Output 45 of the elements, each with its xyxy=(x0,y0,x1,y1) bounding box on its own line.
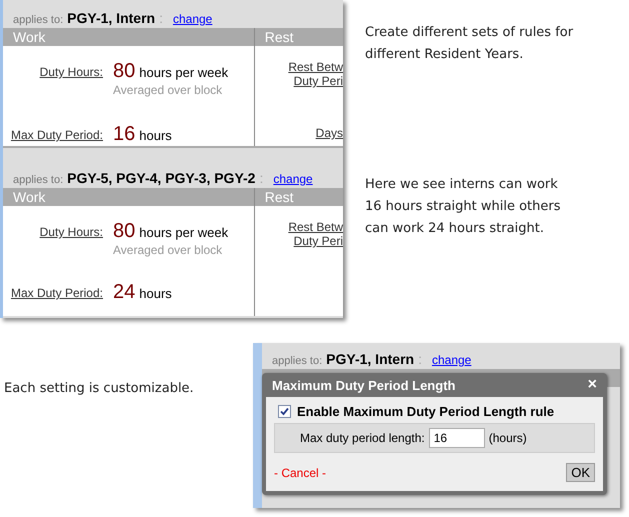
resident-groups: PGY-1, Intern xyxy=(326,351,414,367)
rule-value: 24 xyxy=(113,281,136,304)
rule-value: 16 xyxy=(113,123,136,146)
applies-to-label: applies to: xyxy=(13,174,64,186)
rule-unit: hours per week xyxy=(139,225,228,240)
resident-groups: PGY-5, PGY-4, PGY-3, PGY-2 xyxy=(67,170,256,186)
colon: : xyxy=(159,10,163,26)
rule-link[interactable]: Duty Hours: xyxy=(3,60,103,97)
annotation: Create different sets of rules for different Resident Years. xyxy=(365,24,574,64)
annotation: Each setting is customizable. xyxy=(4,381,195,396)
rule-link[interactable]: Max Duty Period: xyxy=(3,281,103,304)
unit-label: (hours) xyxy=(488,431,527,445)
rule-note: Averaged over block xyxy=(113,83,224,97)
checkbox-label: Enable Maximum Duty Period Length rule xyxy=(297,404,554,419)
input-field[interactable]: 16 xyxy=(428,428,485,448)
applies-to-label: applies to: xyxy=(272,355,322,367)
ok-button[interactable]: OK xyxy=(566,463,595,482)
rule-unit: hours xyxy=(139,128,172,143)
column-header: Work xyxy=(12,28,46,46)
colon: : xyxy=(418,351,422,367)
dialog-title: Maximum Duty Period Length xyxy=(272,378,456,392)
rule-link[interactable]: Rest Betw xyxy=(288,60,343,74)
resident-groups: PGY-1, Intern xyxy=(67,10,156,26)
change-link[interactable]: change xyxy=(273,172,313,186)
column-header: Work xyxy=(12,188,46,206)
close-button[interactable]: × xyxy=(588,377,597,393)
applies-to-label: applies to: xyxy=(13,14,64,26)
rule-link[interactable]: Duty Hours: xyxy=(3,220,103,257)
rule-link[interactable]: Rest Betw xyxy=(288,220,343,234)
rule-note: Averaged over block xyxy=(113,243,224,257)
rule-value: 80 xyxy=(113,220,136,243)
rule-link[interactable]: Max Duty Period: xyxy=(3,123,103,146)
colon: : xyxy=(259,170,264,186)
annotation: Here we see interns can work 16 hours straight while others can work 24 hours straight. xyxy=(365,176,562,238)
rule-value: 80 xyxy=(113,60,136,83)
field-label: Max duty period length: xyxy=(300,431,425,445)
change-link[interactable]: change xyxy=(432,353,472,367)
checkbox[interactable] xyxy=(278,405,291,418)
rule-unit: hours xyxy=(139,286,172,301)
rule-link[interactable]: Duty Peri xyxy=(294,74,343,88)
rule-link[interactable]: Days xyxy=(316,126,343,140)
cancel-link[interactable]: - Cancel - xyxy=(274,466,326,480)
rule-link[interactable]: Duty Peri xyxy=(294,234,343,248)
change-link[interactable]: change xyxy=(172,12,212,26)
rule-unit: hours per week xyxy=(139,65,228,80)
